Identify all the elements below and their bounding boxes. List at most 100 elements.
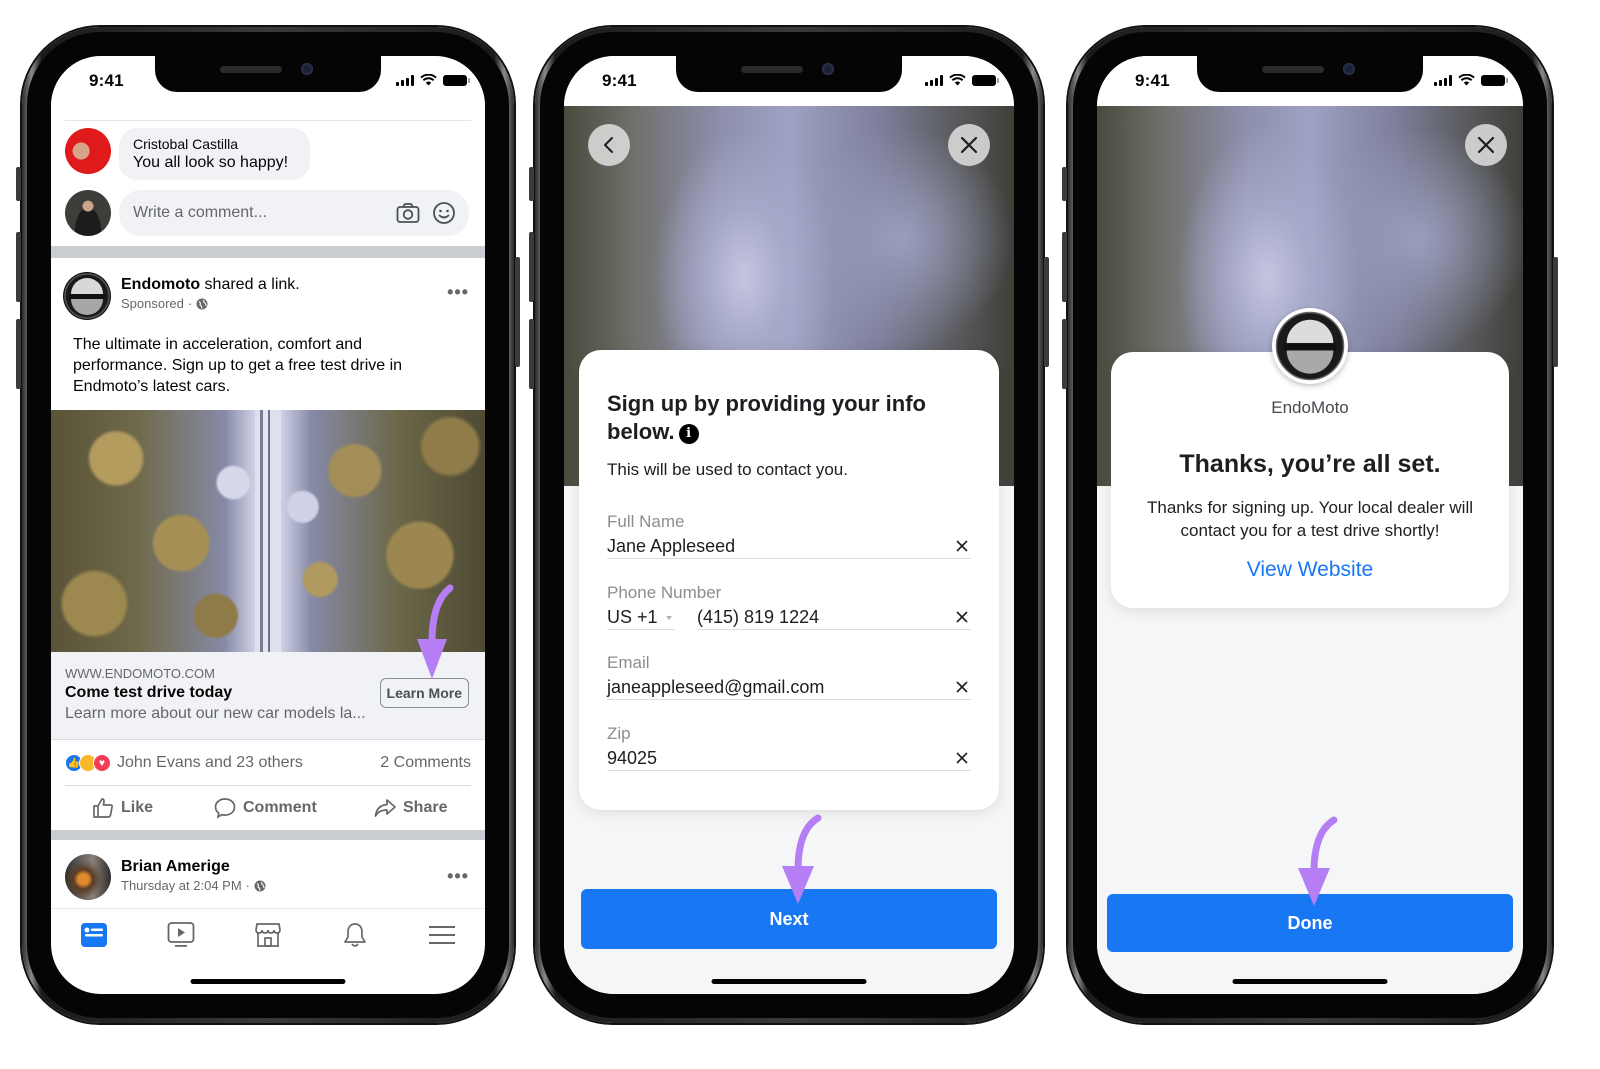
email-input[interactable]: janeappleseed@gmail.com — [607, 677, 953, 698]
home-indicator[interactable] — [190, 979, 346, 984]
signal-icon — [1434, 74, 1452, 86]
post-page-name[interactable]: Endomoto — [121, 276, 200, 293]
endomoto-logo-icon — [1275, 311, 1345, 381]
hamburger-menu-icon — [428, 925, 455, 944]
next-post-author[interactable]: Brian Amerige — [121, 858, 266, 876]
confirmation-screen: 9:41 EndoMoto Thanks, you’re all set. Th… — [1097, 56, 1523, 994]
notch — [155, 56, 381, 92]
next-post-timestamp[interactable]: Thursday at 2:04 PM — [121, 878, 242, 893]
post-more-options-button[interactable]: ••• — [447, 282, 469, 303]
home-indicator[interactable] — [1232, 979, 1388, 984]
lead-form-card: Sign up by providing your info below. i T… — [579, 350, 999, 810]
sponsored-label[interactable]: Sponsored — [121, 296, 184, 311]
confirmation-title: Thanks, you’re all set. — [1179, 450, 1441, 478]
signal-icon — [396, 74, 414, 86]
form-subtitle: This will be used to contact you. — [607, 460, 848, 479]
comment-bubble-icon — [214, 798, 236, 819]
status-time: 9:41 — [602, 71, 637, 90]
zip-field: Zip 94025 — [607, 724, 971, 771]
wifi-icon — [949, 74, 966, 86]
tab-marketplace[interactable] — [248, 915, 288, 955]
share-label: Share — [403, 799, 448, 816]
avatar-cristobal[interactable] — [65, 128, 111, 174]
camera-icon[interactable] — [395, 200, 421, 226]
comment-input-placeholder: Write a comment... — [133, 204, 267, 221]
next-post-header: Brian Amerige Thursday at 2:04 PM · — [121, 858, 266, 893]
comments-count[interactable]: 2 Comments — [380, 754, 471, 772]
clear-full-name-button[interactable] — [953, 537, 971, 555]
phone-frame-feed: 9:41 Cristobal Castilla You all look so … — [16, 27, 520, 1023]
clear-email-button[interactable] — [953, 678, 971, 696]
close-icon — [956, 752, 968, 764]
notch — [1197, 56, 1423, 92]
comment-label: Comment — [243, 799, 317, 816]
status-time: 9:41 — [1135, 71, 1170, 90]
post-action-text: shared a link. — [204, 276, 300, 293]
power-button — [1553, 257, 1558, 367]
done-button[interactable]: Done — [1107, 894, 1513, 952]
volume-up-button — [16, 232, 21, 302]
share-button[interactable]: Share — [373, 796, 447, 820]
phone-frame-confirmation: 9:41 EndoMoto Thanks, you’re all set. Th… — [1062, 27, 1558, 1023]
email-field: Email janeappleseed@gmail.com — [607, 653, 971, 700]
love-reaction-icon: ♥ — [93, 754, 111, 772]
reactions-text: John Evans and 23 others — [117, 754, 303, 771]
home-indicator[interactable] — [711, 979, 867, 984]
country-code-select[interactable]: US +1 — [607, 607, 675, 630]
zip-input[interactable]: 94025 — [607, 748, 953, 769]
link-preview[interactable]: WWW.ENDOMOTO.COM Come test drive today L… — [51, 652, 485, 740]
chevron-left-icon — [604, 137, 613, 153]
caret-down-icon — [665, 615, 672, 620]
wifi-icon — [420, 74, 437, 86]
next-button[interactable]: Next — [581, 889, 997, 949]
next-post-more-options-button[interactable]: ••• — [447, 866, 469, 887]
notch — [676, 56, 902, 92]
tab-menu[interactable] — [422, 915, 462, 955]
clear-phone-button[interactable] — [953, 608, 971, 626]
country-code-value: US +1 — [607, 607, 658, 627]
view-website-link[interactable]: View Website — [1111, 558, 1509, 582]
info-icon[interactable]: i — [678, 424, 699, 444]
form-title: Sign up by providing your info below. i — [607, 390, 971, 446]
phone-number-label: Phone Number — [607, 583, 722, 602]
full-name-input[interactable]: Jane Appleseed — [607, 536, 953, 557]
volume-down-button — [16, 319, 21, 389]
like-button[interactable]: Like — [91, 796, 153, 820]
endomoto-logo-icon — [64, 273, 110, 319]
brand-name: EndoMoto — [1271, 398, 1349, 417]
globe-icon — [254, 880, 266, 891]
power-button — [515, 257, 520, 367]
reactions-summary[interactable]: 👍 ♥ John Evans and 23 others — [65, 754, 303, 772]
thumbs-up-icon — [93, 798, 113, 818]
post-image[interactable] — [51, 410, 485, 652]
back-button[interactable] — [588, 124, 630, 166]
comment-author[interactable]: Cristobal Castilla — [133, 136, 296, 152]
link-title[interactable]: Come test drive today — [65, 684, 366, 702]
tab-news-feed[interactable] — [74, 915, 114, 955]
divider — [65, 120, 471, 121]
comment-input[interactable]: Write a comment... — [119, 190, 469, 236]
learn-more-button[interactable]: Learn More — [379, 678, 469, 708]
globe-icon — [196, 298, 208, 309]
tab-watch[interactable] — [161, 915, 201, 955]
avatar-brian[interactable] — [65, 854, 111, 900]
comment-bubble: Cristobal Castilla You all look so happy… — [119, 128, 310, 180]
phone-frame-lead-form: 9:41 Sign up by providing your info belo… — [529, 27, 1049, 1023]
close-button[interactable] — [1465, 124, 1507, 166]
phone-number-input[interactable]: (415) 819 1224 — [697, 607, 953, 628]
comment-button[interactable]: Comment — [213, 796, 317, 820]
close-button[interactable] — [948, 124, 990, 166]
bottom-tab-bar — [51, 908, 485, 960]
volume-down-button — [1062, 319, 1067, 389]
close-icon — [956, 540, 968, 552]
endomoto-avatar[interactable] — [63, 272, 111, 320]
comment-text: You all look so happy! — [133, 154, 289, 171]
marketplace-shop-icon — [255, 922, 281, 947]
bell-icon — [343, 922, 366, 947]
form-title-line1: Sign up by providing your info — [607, 391, 926, 416]
link-description: Learn more about our new car models la..… — [65, 705, 366, 722]
emoji-icon[interactable] — [431, 200, 457, 226]
tab-notifications[interactable] — [335, 915, 375, 955]
lead-form-screen: 9:41 Sign up by providing your info belo… — [564, 56, 1014, 994]
clear-zip-button[interactable] — [953, 749, 971, 767]
